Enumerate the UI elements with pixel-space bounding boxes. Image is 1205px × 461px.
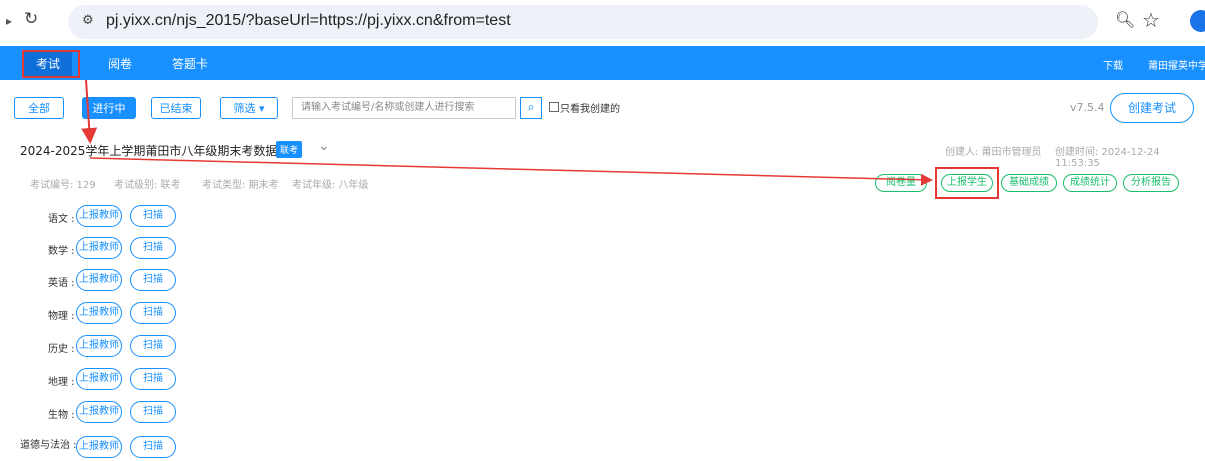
arrow-down	[81, 79, 98, 144]
annotation-arrows	[81, 79, 933, 186]
arrow-to-report	[89, 157, 933, 186]
